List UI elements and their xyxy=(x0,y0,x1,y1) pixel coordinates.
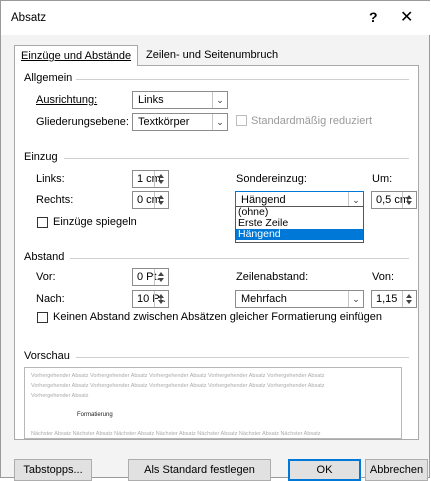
spin-up-icon[interactable] xyxy=(406,195,412,199)
vor-spinner[interactable]: 0 Pt. xyxy=(132,268,169,286)
tab-einzuege-und-abstaende[interactable]: Einzüge und Abstände xyxy=(14,45,139,66)
tab-zeilen-und-seitenumbruch[interactable]: Zeilen- und Seitenumbruch xyxy=(140,45,284,65)
gliederungsebene-dropdown[interactable]: Textkörper ⌄ xyxy=(132,113,228,131)
dropdown-value: Mehrfach xyxy=(241,293,287,305)
rechts-indent-spinner[interactable]: 0 cm xyxy=(132,191,169,209)
ausrichtung-dropdown[interactable]: Links ⌄ xyxy=(132,91,228,109)
section-heading-abstand: Abstand xyxy=(24,251,65,263)
divider xyxy=(76,357,409,358)
spinner-buttons[interactable] xyxy=(154,291,168,307)
preview-previous-line: Vorhergehender Absatz xyxy=(31,393,89,399)
nach-spinner[interactable]: 10 Pt. xyxy=(132,290,169,308)
spin-up-icon[interactable] xyxy=(158,195,164,199)
zeilenabstand-dropdown[interactable]: Mehrfach ⌄ xyxy=(235,290,364,308)
dropdown-value: Textkörper xyxy=(138,116,190,128)
section-heading-allgemein: Allgemein xyxy=(24,72,73,84)
spin-down-icon[interactable] xyxy=(158,180,164,184)
tabstopps-button[interactable]: Tabstopps... xyxy=(14,459,92,481)
divider xyxy=(70,258,409,259)
links-indent-spinner[interactable]: 1 cm xyxy=(132,170,169,188)
abbrechen-button[interactable]: Abbrechen xyxy=(365,459,428,481)
help-button[interactable]: ? xyxy=(369,9,378,25)
spinner-buttons[interactable] xyxy=(402,192,416,208)
label-text: Ausrichtung: xyxy=(36,94,98,106)
einzuege-spiegeln-checkbox[interactable] xyxy=(37,217,48,228)
dropdown-value: Hängend xyxy=(241,194,286,206)
dropdown-value: Links xyxy=(138,94,164,106)
spin-down-icon[interactable] xyxy=(158,201,164,205)
kein-abstand-checkbox[interactable] xyxy=(37,312,48,323)
links-label: Links: xyxy=(36,173,65,185)
preview-previous-line: Vorhergehender Absatz Vorhergehender Abs… xyxy=(31,373,325,379)
ok-button[interactable]: OK xyxy=(288,459,361,481)
tab-label: Einzüge und Abstände xyxy=(21,50,132,62)
spinner-buttons[interactable] xyxy=(154,192,168,208)
divider xyxy=(76,79,409,80)
preview-box: Vorhergehender Absatz Vorhergehender Abs… xyxy=(24,367,402,439)
nach-label: Nach: xyxy=(36,293,65,305)
rechts-label: Rechts: xyxy=(36,194,74,206)
spin-up-icon[interactable] xyxy=(158,174,164,178)
von-label: Von: xyxy=(372,271,395,283)
chevron-down-icon: ⌄ xyxy=(212,92,227,108)
spinner-buttons[interactable] xyxy=(154,171,168,187)
dialog-title: Absatz xyxy=(11,12,47,24)
title-bar: Absatz ? ✕ xyxy=(1,1,431,35)
spin-up-icon[interactable] xyxy=(158,294,164,298)
tab-label: Zeilen- und Seitenumbruch xyxy=(146,49,279,61)
spinner-value: 1,15 xyxy=(376,293,398,305)
option-haengend[interactable]: Hängend xyxy=(236,229,363,240)
standard-reduziert-checkbox[interactable] xyxy=(236,115,247,126)
um-label: Um: xyxy=(372,173,393,185)
spin-down-icon[interactable] xyxy=(406,300,412,304)
chevron-down-icon: ⌄ xyxy=(348,291,363,307)
vor-label: Vor: xyxy=(36,271,56,283)
spin-down-icon[interactable] xyxy=(406,201,412,205)
preview-next-line: Nächster Absatz Nächster Absatz Nächster… xyxy=(31,431,321,437)
spinner-buttons[interactable] xyxy=(154,269,168,285)
ausrichtung-label: Ausrichtung: xyxy=(36,94,97,106)
standard-reduziert-label: Standardmäßig reduziert xyxy=(251,115,373,127)
als-standard-festlegen-button[interactable]: Als Standard festlegen xyxy=(128,459,271,481)
spin-up-icon[interactable] xyxy=(406,294,412,298)
section-heading-einzug: Einzug xyxy=(24,151,58,163)
spin-down-icon[interactable] xyxy=(158,278,164,282)
spinner-buttons[interactable] xyxy=(402,291,416,307)
divider xyxy=(64,158,409,159)
spin-up-icon[interactable] xyxy=(158,272,164,276)
close-icon[interactable]: ✕ xyxy=(400,7,413,27)
sondereinzug-label: Sondereinzug: xyxy=(236,173,307,185)
preview-current-paragraph: Formatierung xyxy=(77,412,113,418)
um-spinner[interactable]: 0,5 cm xyxy=(371,191,417,209)
von-spinner[interactable]: 1,15 xyxy=(371,290,417,308)
chevron-down-icon: ⌄ xyxy=(212,114,227,130)
sondereinzug-options-list[interactable]: (ohne) Erste Zeile Hängend xyxy=(235,206,364,243)
spin-down-icon[interactable] xyxy=(158,300,164,304)
preview-previous-line: Vorhergehender Absatz Vorhergehender Abs… xyxy=(31,383,325,389)
paragraph-dialog: Absatz ? ✕ Einzüge und Abstände Zeilen- … xyxy=(0,0,431,481)
einzuege-spiegeln-label: Einzüge spiegeln xyxy=(53,216,137,228)
zeilenabstand-label: Zeilenabstand: xyxy=(236,271,309,283)
kein-abstand-label: Keinen Abstand zwischen Absätzen gleiche… xyxy=(53,311,382,323)
gliederungsebene-label: Gliederungsebene: xyxy=(36,116,129,128)
section-heading-vorschau: Vorschau xyxy=(24,350,70,362)
